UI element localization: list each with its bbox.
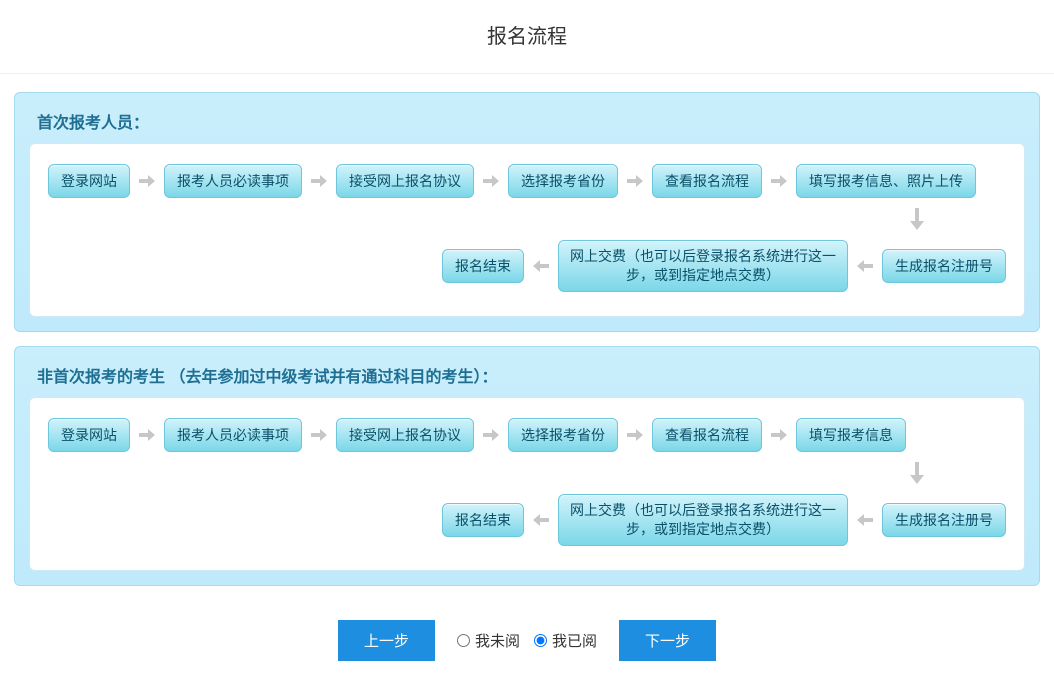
arrow-right-icon (482, 174, 500, 188)
flow-node: 选择报考省份 (508, 164, 618, 198)
flow-node: 选择报考省份 (508, 418, 618, 452)
read-status-radio-group: 我未阅 我已阅 (457, 630, 597, 651)
flow-node: 接受网上报名协议 (336, 164, 474, 198)
panel-heading-text: 首次报考人员： (37, 115, 149, 132)
panel-heading: 首次报考人员： (29, 103, 1025, 143)
next-button[interactable]: 下一步 (619, 620, 716, 661)
action-bar: 上一步 我未阅 我已阅 下一步 (0, 600, 1054, 691)
arrow-right-icon (138, 174, 156, 188)
flow-node-reg: 生成报名注册号 (882, 249, 1006, 283)
flow-node-pay: 网上交费（也可以后登录报名系统进行这一步，或到指定地点交费） (558, 494, 848, 546)
radio-read[interactable]: 我已阅 (534, 630, 597, 651)
flow-node: 填写报考信息 (796, 418, 906, 452)
divider (0, 73, 1054, 74)
flow-node: 报考人员必读事项 (164, 418, 302, 452)
panel-heading-text: 非首次报考的考生 (37, 369, 165, 386)
arrow-right-icon (310, 174, 328, 188)
page-title: 报名流程 (0, 0, 1054, 73)
arrow-left-icon (856, 259, 874, 273)
flow-node-pay: 网上交费（也可以后登录报名系统进行这一步，或到指定地点交费） (558, 240, 848, 292)
flow-node: 填写报考信息、照片上传 (796, 164, 976, 198)
flow-node-reg: 生成报名注册号 (882, 503, 1006, 537)
radio-read-label: 我已阅 (552, 630, 597, 651)
arrow-right-icon (770, 174, 788, 188)
flow-panel: 非首次报考的考生 （去年参加过中级考试并有通过科目的考生）：登录网站报考人员必读… (14, 346, 1040, 586)
flow-node: 查看报名流程 (652, 418, 762, 452)
arrow-down-icon (48, 458, 1006, 488)
flow-node-end: 报名结束 (442, 503, 524, 537)
prev-button[interactable]: 上一步 (338, 620, 435, 661)
radio-unread-input[interactable] (457, 634, 470, 647)
flow-node: 接受网上报名协议 (336, 418, 474, 452)
panel-heading: 非首次报考的考生 （去年参加过中级考试并有通过科目的考生）： (29, 357, 1025, 397)
arrow-right-icon (626, 428, 644, 442)
flow-node: 查看报名流程 (652, 164, 762, 198)
flow-node-end: 报名结束 (442, 249, 524, 283)
arrow-right-icon (482, 428, 500, 442)
flow-row-2: 报名结束网上交费（也可以后登录报名系统进行这一步，或到指定地点交费） 生成报名注册… (48, 240, 1006, 292)
flow-node: 登录网站 (48, 418, 130, 452)
flow-row-1: 登录网站报考人员必读事项接受网上报名协议选择报考省份查看报名流程填写报考信息 (48, 418, 1006, 452)
radio-unread-label: 我未阅 (475, 630, 520, 651)
flow-node: 登录网站 (48, 164, 130, 198)
arrow-right-icon (626, 174, 644, 188)
flow-row-2: 报名结束网上交费（也可以后登录报名系统进行这一步，或到指定地点交费） 生成报名注册… (48, 494, 1006, 546)
arrow-right-icon (138, 428, 156, 442)
arrow-down-icon (48, 204, 1006, 234)
arrow-right-icon (770, 428, 788, 442)
panel-body: 登录网站报考人员必读事项接受网上报名协议选择报考省份查看报名流程填写报考信息报名… (29, 397, 1025, 571)
panel-body: 登录网站报考人员必读事项接受网上报名协议选择报考省份查看报名流程填写报考信息、照… (29, 143, 1025, 317)
radio-read-input[interactable] (534, 634, 547, 647)
arrow-left-icon (856, 513, 874, 527)
flow-row-1: 登录网站报考人员必读事项接受网上报名协议选择报考省份查看报名流程填写报考信息、照… (48, 164, 1006, 198)
arrow-left-icon (532, 513, 550, 527)
flow-node: 报考人员必读事项 (164, 164, 302, 198)
arrow-right-icon (310, 428, 328, 442)
panel-subheading: （去年参加过中级考试并有通过科目的考生）： (169, 369, 497, 386)
radio-unread[interactable]: 我未阅 (457, 630, 520, 651)
arrow-left-icon (532, 259, 550, 273)
flow-panel: 首次报考人员： 登录网站报考人员必读事项接受网上报名协议选择报考省份查看报名流程填… (14, 92, 1040, 332)
